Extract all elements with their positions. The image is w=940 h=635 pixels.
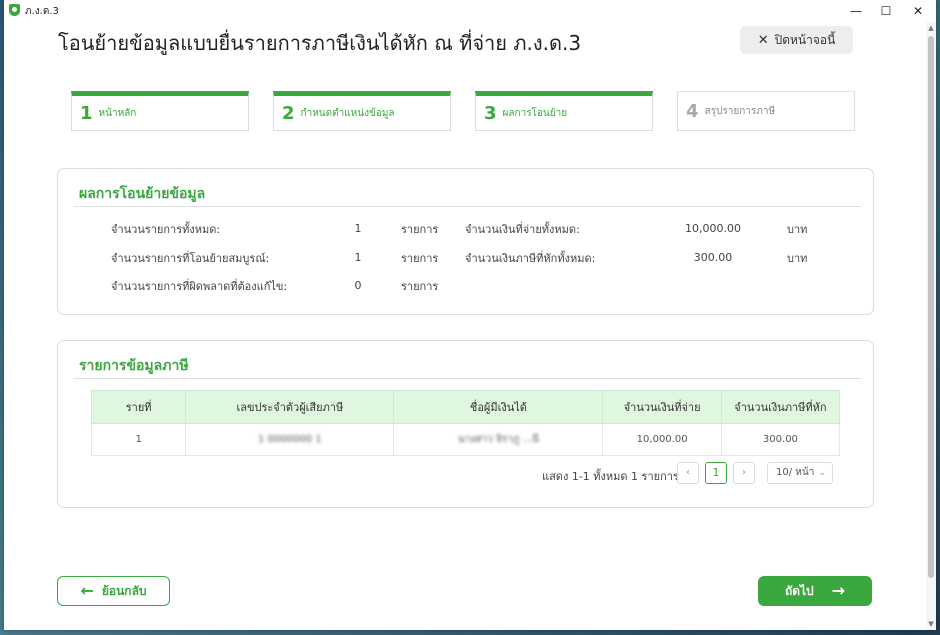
step-label: สรุปรายการภาษี (704, 105, 776, 117)
tax-list-card: รายการข้อมูลภาษี รายที่ เลขประจำตัวผู้เส… (57, 340, 874, 508)
total-items-unit: รายการ (401, 223, 439, 236)
error-items-value: 0 (354, 279, 362, 292)
total-tax-label: จำนวนเงินภาษีที่หักทั้งหมด: (465, 252, 596, 265)
column-header[interactable]: ชื่อผู้มีเงินได้ (393, 390, 604, 424)
prev-page-button[interactable]: ‹ (677, 462, 699, 484)
column-header[interactable]: จำนวนเงินที่จ่าย (602, 390, 722, 424)
step-position[interactable]: 2 กำหนดตำแหน่งข้อมูล (273, 91, 451, 131)
divider (74, 206, 861, 207)
app-window: ภ.ง.ด.3 — ☐ ✕ ▲ ▼ โอนย้ายข้อมูลแบบยื่นรา… (4, 0, 936, 630)
complete-items-label: จำนวนรายการที่โอนย้ายสมบูรณ์: (111, 252, 270, 265)
next-button[interactable]: ถัดไป → (758, 576, 872, 606)
maximize-button[interactable]: ☐ (870, 0, 902, 22)
close-window-button[interactable]: ✕ (902, 0, 934, 22)
chevron-down-icon: ⌄ (818, 468, 826, 478)
total-tax-value: 300.00 (693, 251, 733, 264)
tax-table: รายที่ เลขประจำตัวผู้เสียภาษี ชื่อผู้มีเ… (90, 390, 841, 456)
step-transfer-result[interactable]: 3 ผลการโอนย้าย (475, 91, 653, 131)
total-tax-unit: บาท (787, 252, 808, 265)
divider (74, 378, 861, 379)
error-items-unit: รายการ (401, 280, 439, 293)
scroll-thumb[interactable] (928, 36, 934, 578)
step-number: 3 (484, 102, 497, 124)
close-page-button[interactable]: ✕ ปิดหน้าจอนี้ (740, 26, 853, 54)
step-label: ผลการโอนย้าย (502, 107, 568, 119)
page-size-value: 10/ หน้า (776, 467, 815, 478)
step-number: 1 (80, 102, 93, 124)
column-header[interactable]: เลขประจำตัวผู้เสียภาษี (185, 390, 395, 424)
title-bar: ภ.ง.ด.3 — ☐ ✕ (4, 0, 936, 22)
error-items-label: จำนวนรายการที่ผิดพลาดที่ต้องแก้ไข: (111, 280, 288, 293)
scroll-up-icon[interactable]: ▲ (927, 24, 935, 32)
row-number: 1 (90, 423, 187, 456)
step-label: หน้าหลัก (98, 107, 137, 119)
step-number: 2 (282, 102, 295, 124)
app-name: ภ.ง.ด.3 (25, 6, 59, 17)
vertical-scrollbar[interactable]: ▲ ▼ (926, 22, 936, 630)
shield-icon (9, 4, 20, 16)
arrow-right-icon: → (831, 581, 846, 600)
step-tax-summary[interactable]: 4 สรุปรายการภาษี (677, 91, 855, 131)
table-header-row: รายที่ เลขประจำตัวผู้เสียภาษี ชื่อผู้มีเ… (90, 390, 841, 424)
paid-amount-cell: 10,000.00 (602, 423, 722, 456)
pager-info: แสดง 1-1 ทั้งหมด 1 รายการ (542, 470, 679, 483)
summary-title: ผลการโอนย้ายข้อมูล (79, 186, 206, 202)
page-title: โอนย้ายข้อมูลแบบยื่นรายการภาษีเงินได้หัก… (58, 31, 582, 55)
summary-card: ผลการโอนย้ายข้อมูล จำนวนรายการทั้งหมด: 1… (57, 168, 874, 315)
arrow-left-icon: ← (80, 581, 94, 600)
minimize-button[interactable]: — (840, 0, 872, 22)
close-page-label: ปิดหน้าจอนี้ (774, 32, 836, 47)
next-page-button[interactable]: › (733, 462, 755, 484)
tax-amount-cell: 300.00 (720, 423, 841, 456)
step-main[interactable]: 1 หน้าหลัก (71, 91, 249, 131)
step-label: กำหนดตำแหน่งข้อมูล (300, 107, 395, 119)
page-1-button[interactable]: 1 (705, 462, 727, 484)
column-header[interactable]: รายที่ (90, 390, 187, 424)
payee-name-cell: นางสาว จิราภู ...นี (393, 423, 604, 456)
tax-list-title: รายการข้อมูลภาษี (79, 358, 189, 374)
scroll-down-icon[interactable]: ▼ (927, 620, 935, 628)
page-size-select[interactable]: 10/ หน้า ⌄ (767, 462, 833, 484)
total-paid-unit: บาท (787, 223, 808, 236)
back-label: ย้อนกลับ (101, 583, 147, 598)
total-paid-value: 10,000.00 (685, 222, 741, 235)
step-number: 4 (686, 100, 699, 122)
close-icon: ✕ (757, 32, 769, 48)
total-paid-label: จำนวนเงินที่จ่ายทั้งหมด: (465, 223, 580, 236)
table-row[interactable]: 1 1 0000000 1 นางสาว จิราภู ...นี 10,000… (90, 423, 841, 456)
complete-items-value: 1 (354, 251, 362, 264)
total-items-value: 1 (354, 222, 362, 235)
total-items-label: จำนวนรายการทั้งหมด: (111, 223, 221, 236)
back-button[interactable]: ← ย้อนกลับ (57, 576, 170, 606)
column-header[interactable]: จำนวนเงินภาษีที่หัก (720, 390, 841, 424)
complete-items-unit: รายการ (401, 252, 439, 265)
tax-id-cell: 1 0000000 1 (185, 423, 395, 456)
next-label: ถัดไป (784, 583, 814, 598)
